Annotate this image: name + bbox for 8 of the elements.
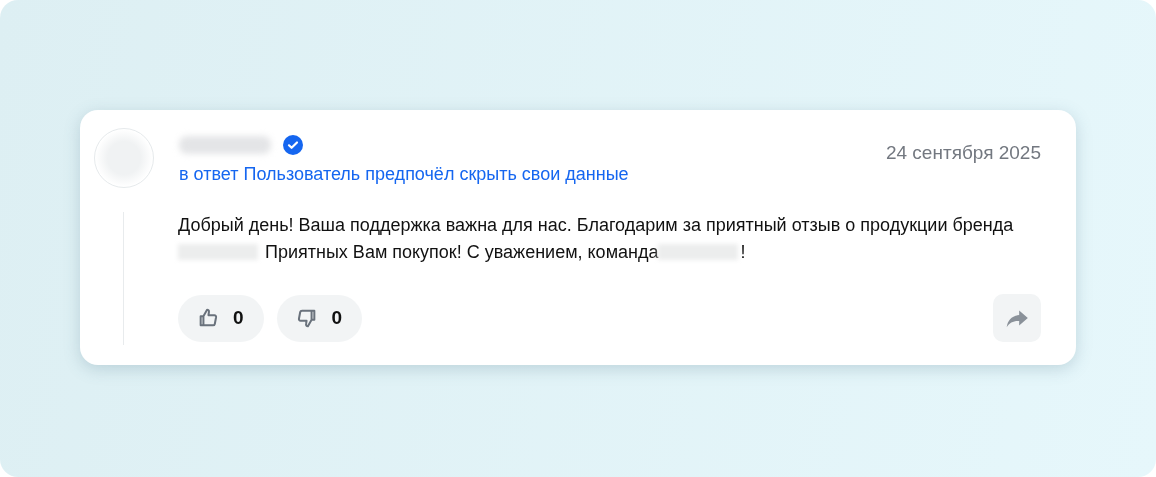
comment-text: Добрый день! Ваша поддержка важна для нас. Благодарим за приятный отзыв о продукции бренда Приятных Вам покупок! С уважением, команда !: [178, 214, 1015, 264]
like-button[interactable]: 0: [178, 294, 264, 342]
dislike-button[interactable]: 0: [276, 294, 363, 342]
reply-to-link[interactable]: в ответ Пользователь предпочёл скрыть свои данные: [179, 164, 629, 185]
comment-date: 24 сентября 2025: [885, 142, 1041, 164]
thumbs-up-icon: [197, 307, 219, 329]
thumbs-down-icon: [295, 307, 318, 329]
share-button[interactable]: [993, 294, 1041, 342]
